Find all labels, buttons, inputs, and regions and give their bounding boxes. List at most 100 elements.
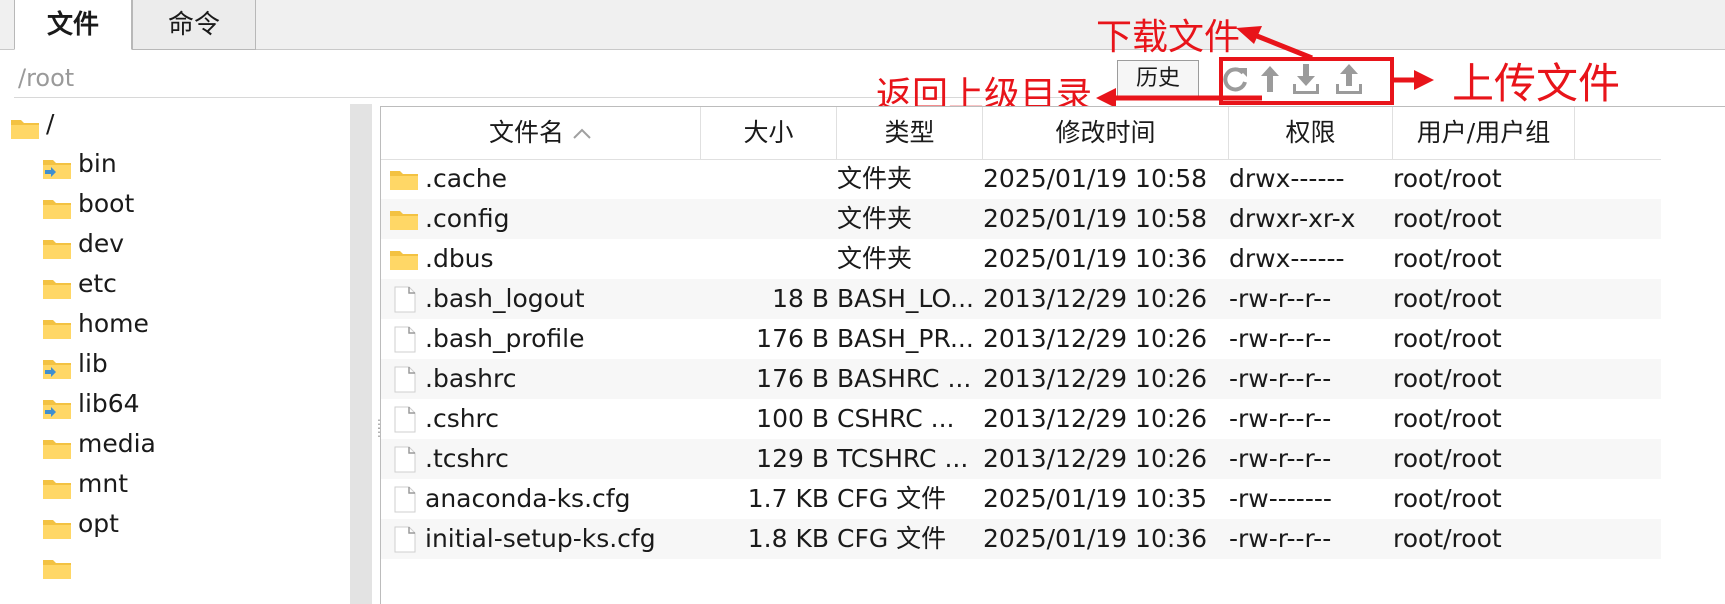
cell-perm: -rw-r--r-- — [1229, 324, 1332, 353]
folder-icon — [42, 472, 72, 512]
file-row[interactable]: .bash_profile 176 B BASH_PR... 2013/12/29 1… — [381, 319, 1661, 359]
folder-icon — [42, 512, 72, 552]
file-row[interactable]: initial-setup-ks.cfg 1.8 KB CFG 文件 2025/01/… — [381, 519, 1661, 559]
cell-type: BASHRC ... — [837, 364, 972, 393]
cell-owner: root/root — [1393, 404, 1502, 433]
cell-name: .bash_profile — [425, 324, 585, 353]
cell-name: .dbus — [425, 244, 494, 273]
file-icon — [389, 525, 419, 565]
cell-mtime: 2013/12/29 10:26 — [983, 404, 1208, 433]
cell-size: 176 B — [756, 364, 829, 393]
file-row[interactable]: anaconda-ks.cfg 1.7 KB CFG 文件 2025/01/19 10… — [381, 479, 1661, 519]
tree-item-label: home — [78, 309, 149, 338]
pane-splitter[interactable] — [372, 104, 380, 604]
cell-size: 1.8 KB — [747, 524, 829, 553]
tree-item-label: lib — [78, 349, 108, 378]
column-header[interactable]: 用户/用户组 — [1393, 107, 1575, 159]
cell-size — [701, 199, 829, 239]
cell-owner: root/root — [1393, 444, 1502, 473]
folder-icon — [42, 232, 72, 272]
cell-size: 1.7 KB — [747, 484, 829, 513]
tree-item-label: dev — [78, 229, 125, 258]
cell-mtime: 2013/12/29 10:26 — [983, 364, 1208, 393]
link-folder-icon — [42, 152, 72, 192]
cell-perm: drwx------ — [1229, 164, 1345, 193]
cell-name: .cshrc — [425, 404, 500, 433]
cell-owner: root/root — [1393, 364, 1502, 393]
cell-perm: drwxr-xr-x — [1229, 204, 1356, 233]
cell-name: .tcshrc — [425, 444, 509, 473]
link-folder-icon — [42, 352, 72, 392]
cell-type: CSHRC ... — [837, 404, 955, 433]
file-row[interactable]: .cshrc 100 B CSHRC ... 2013/12/29 10:26 -rw-… — [381, 399, 1661, 439]
column-header-label: 类型 — [884, 118, 935, 147]
sort-ascending-icon — [564, 118, 592, 147]
column-header-label: 大小 — [743, 118, 794, 147]
cell-name: .config — [425, 204, 510, 233]
link-folder-icon — [42, 392, 72, 432]
folder-icon — [42, 552, 72, 592]
cell-type: BASH_PR... — [837, 324, 974, 353]
tree-item-label: etc — [78, 269, 117, 298]
cell-mtime: 2025/01/19 10:36 — [983, 524, 1208, 553]
cell-name: .bashrc — [425, 364, 517, 393]
cell-size — [701, 239, 829, 279]
column-header[interactable]: 权限 — [1229, 107, 1393, 159]
file-row[interactable]: .bash_logout 18 B BASH_LO... 2013/12/29 10:… — [381, 279, 1661, 319]
cell-perm: -rw-r--r-- — [1229, 364, 1332, 393]
file-row[interactable]: .bashrc 176 B BASHRC ... 2013/12/29 10:26 -r… — [381, 359, 1661, 399]
directory-tree: / bin boot dev etc home lib lib64 media mnt opt — [0, 104, 372, 604]
cell-type: 文件夹 — [837, 244, 913, 273]
column-header[interactable]: 文件名 — [381, 107, 701, 159]
cell-perm: -rw-r--r-- — [1229, 524, 1332, 553]
splitter-grip-icon[interactable]: ⋮ ⋮ — [373, 418, 385, 444]
cell-perm: -rw-r--r-- — [1229, 284, 1332, 313]
folder-icon — [42, 192, 72, 232]
tree-item-label: opt — [78, 509, 119, 538]
file-row[interactable]: .config 文件夹 2025/01/19 10:58 drwxr-xr-x root… — [381, 199, 1661, 239]
cell-type: BASH_LO... — [837, 284, 974, 313]
cell-mtime: 2013/12/29 10:26 — [983, 284, 1208, 313]
cell-size — [701, 159, 829, 199]
file-row[interactable]: .cache 文件夹 2025/01/19 10:58 drwx------ root/… — [381, 159, 1661, 199]
folder-icon — [42, 312, 72, 352]
cell-mtime: 2025/01/19 10:58 — [983, 204, 1208, 233]
cell-perm: -rw-r--r-- — [1229, 404, 1332, 433]
cell-type: CFG 文件 — [837, 524, 947, 553]
cell-name: initial-setup-ks.cfg — [425, 524, 656, 553]
column-header-label: 权限 — [1285, 118, 1336, 147]
folder-icon — [42, 432, 72, 472]
cell-size: 100 B — [756, 404, 829, 433]
cell-name: anaconda-ks.cfg — [425, 484, 631, 513]
column-header-label: 用户/用户组 — [1416, 118, 1551, 147]
cell-owner: root/root — [1393, 204, 1502, 233]
column-header[interactable]: 类型 — [837, 107, 983, 159]
cell-mtime: 2025/01/19 10:58 — [983, 164, 1208, 193]
tree-item-label: mnt — [78, 469, 128, 498]
cell-type: CFG 文件 — [837, 484, 947, 513]
cell-type: TCSHRC ... — [837, 444, 969, 473]
annotation-upload: 上传文件 — [1452, 59, 1621, 108]
annotation-download: 下载文件 — [1096, 17, 1241, 58]
cell-perm: -rw------- — [1229, 484, 1332, 513]
tree-scrollbar[interactable] — [350, 104, 372, 604]
column-header-label: 修改时间 — [1055, 118, 1156, 147]
cell-type: 文件夹 — [837, 204, 913, 233]
file-row[interactable]: .tcshrc 129 B TCSHRC ... 2013/12/29 10:26 -r… — [381, 439, 1661, 479]
folder-icon — [10, 112, 40, 152]
tree-item-label: boot — [78, 189, 135, 218]
cell-size: 18 B — [772, 284, 829, 313]
cell-perm: drwx------ — [1229, 244, 1345, 273]
cell-mtime: 2025/01/19 10:36 — [983, 244, 1208, 273]
tree-item-label: bin — [78, 149, 117, 178]
folder-icon — [42, 272, 72, 312]
tree-item-label: media — [78, 429, 156, 458]
cell-type: 文件夹 — [837, 164, 913, 193]
file-list: 文件名 大小 类型 修改时间 权限 用户/用户组 .cache 文件夹 2025/01/19… — [380, 106, 1725, 604]
column-header[interactable]: 修改时间 — [983, 107, 1229, 159]
column-header[interactable]: 大小 — [701, 107, 837, 159]
file-row[interactable]: .dbus 文件夹 2025/01/19 10:36 drwx------ root/r… — [381, 239, 1661, 279]
file-list-header: 文件名 大小 类型 修改时间 权限 用户/用户组 — [381, 107, 1661, 160]
cell-name: .cache — [425, 164, 507, 193]
tree-item-label: lib64 — [78, 389, 140, 418]
